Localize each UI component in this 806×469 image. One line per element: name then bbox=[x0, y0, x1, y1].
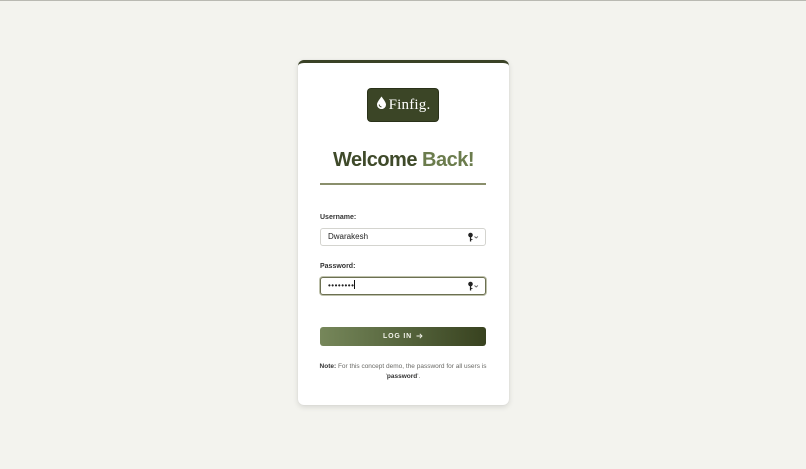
password-input[interactable]: •••••••• bbox=[320, 277, 486, 295]
password-value-wrap: •••••••• bbox=[328, 278, 356, 294]
password-value: •••••••• bbox=[328, 281, 355, 290]
title-word-back: Back! bbox=[422, 149, 474, 171]
page-title: Welcome Back! bbox=[298, 149, 509, 172]
note-password-word: password bbox=[386, 373, 418, 380]
username-label: Username: bbox=[320, 214, 357, 221]
login-card: Finfig. Welcome Back! Username: Dwarakes… bbox=[298, 60, 509, 405]
title-word-welcome: Welcome bbox=[333, 149, 417, 171]
demo-note: Note: For this concept demo, the passwor… bbox=[314, 362, 492, 382]
droplet-icon bbox=[376, 96, 387, 114]
username-input[interactable]: Dwarakesh bbox=[320, 228, 486, 246]
key-icon[interactable] bbox=[467, 281, 479, 291]
top-border-line bbox=[0, 0, 806, 1]
text-caret bbox=[354, 280, 356, 289]
password-label: Password: bbox=[320, 263, 356, 270]
arrow-right-icon bbox=[416, 332, 423, 341]
key-icon[interactable] bbox=[467, 232, 479, 242]
note-suffix: '. bbox=[417, 373, 421, 380]
title-divider bbox=[320, 183, 486, 185]
note-prefix: Note: bbox=[319, 363, 337, 370]
login-button-label: LOG IN bbox=[383, 333, 412, 340]
username-value: Dwarakesh bbox=[328, 232, 369, 241]
brand-name: Finfig. bbox=[388, 96, 431, 113]
login-button[interactable]: LOG IN bbox=[320, 327, 486, 346]
brand-logo: Finfig. bbox=[368, 89, 438, 121]
